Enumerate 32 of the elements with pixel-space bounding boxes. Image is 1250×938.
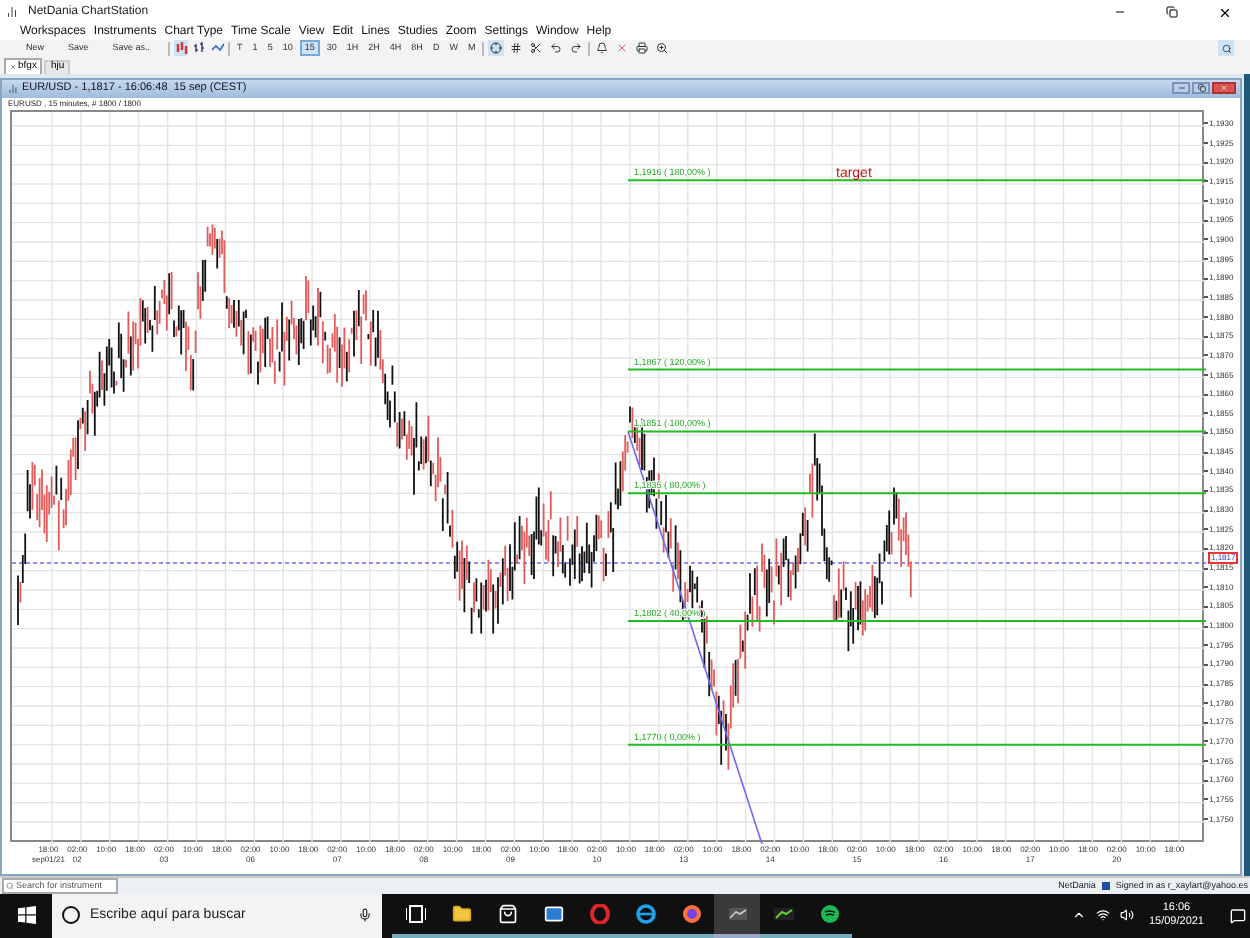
redo-icon[interactable] [568,40,585,57]
speaker-icon[interactable] [1120,908,1135,923]
app-icon [6,6,18,18]
scissors-icon[interactable] [528,40,545,57]
grid-icon[interactable] [508,40,525,57]
chart-window-icon [8,83,18,94]
undo-icon[interactable] [548,40,565,57]
restore-icon [1166,6,1178,18]
connection-status-icon [1101,881,1110,890]
network-icon[interactable] [1096,908,1111,923]
minimize-icon [1177,84,1185,93]
chevron-up-icon[interactable] [1072,908,1087,923]
crosshair-icon[interactable] [488,40,505,57]
cortana-icon [62,906,80,925]
notifications-icon[interactable] [1230,907,1246,924]
microphone-icon[interactable] [358,908,372,923]
windows-logo-icon [17,906,35,925]
bar-chart-icon[interactable] [192,40,207,57]
search-icon [6,881,14,890]
printer-icon[interactable] [634,40,651,57]
close-button[interactable] [1212,82,1236,95]
bell-icon[interactable] [594,40,611,57]
close-icon [1217,5,1231,19]
minimize-icon [1114,6,1126,18]
candlestick-icon[interactable] [174,40,189,57]
chart-app-icon[interactable] [714,893,760,938]
line-chart-icon[interactable] [210,40,225,57]
search-icon[interactable] [1218,40,1234,57]
fib-level-line[interactable] [627,619,1206,622]
zoom-icon[interactable] [654,40,671,57]
restore-icon [1197,84,1205,93]
restore-button[interactable] [1192,82,1210,95]
